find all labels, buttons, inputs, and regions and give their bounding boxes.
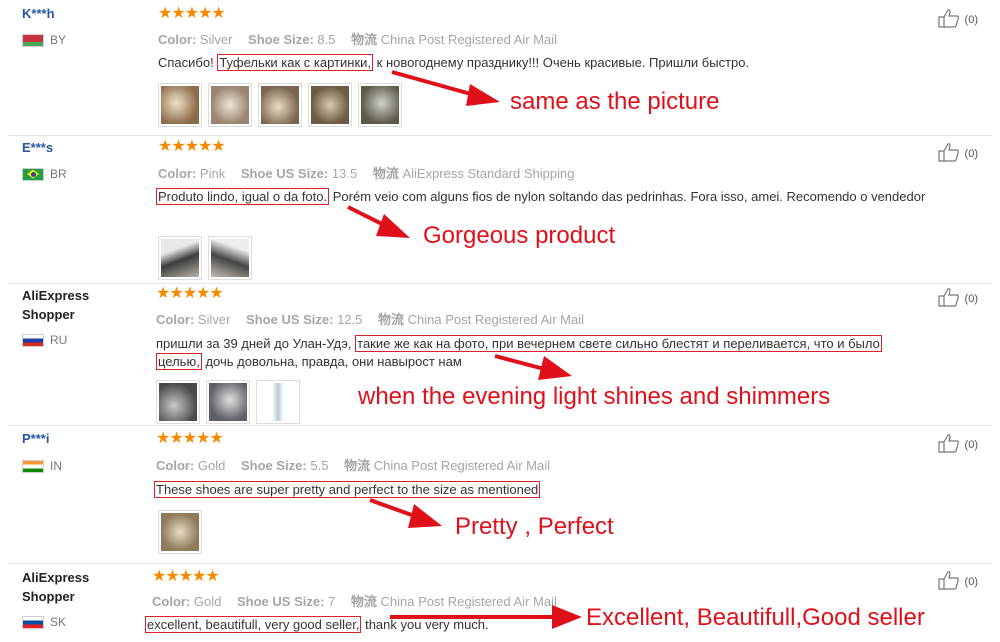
- reviewer-country: IN: [22, 459, 62, 473]
- order-info: Color: Silver Shoe US Size: 12.5 物流 Chin…: [156, 312, 584, 327]
- order-info: Color: Gold Shoe Size: 5.5 物流 China Post…: [156, 458, 551, 473]
- annotation-text: Gorgeous product: [423, 222, 616, 249]
- review-comment: пришли за 39 дней до Улан-Удэ, такие же …: [156, 335, 882, 370]
- review-photo[interactable]: [208, 83, 252, 127]
- annotation-arrowhead: [408, 504, 442, 528]
- annotation-arrow: [347, 205, 389, 229]
- annotation-text: Excellent, Beautifull,Good seller: [586, 604, 925, 631]
- review-comment: These shoes are super pretty and perfect…: [154, 481, 954, 499]
- review-photo[interactable]: [258, 83, 302, 127]
- flag-by-icon: [22, 33, 44, 47]
- review-photo[interactable]: [158, 510, 202, 554]
- reviewer-name[interactable]: E***s: [22, 140, 53, 155]
- annotation-arrowhead: [466, 84, 500, 106]
- reviewer-name: AliExpress Shopper: [22, 570, 90, 604]
- annotation-arrow: [369, 498, 421, 520]
- highlight-box: целью,: [156, 353, 202, 370]
- review-photo[interactable]: [256, 380, 300, 424]
- review-comment: Спасибо! Туфельки как с картинки, к ново…: [158, 54, 750, 71]
- annotation-arrow: [391, 70, 479, 98]
- review-photo[interactable]: [206, 380, 250, 424]
- star-rating: ★★★★★: [156, 285, 224, 302]
- review-photos: [156, 380, 300, 424]
- highlight-box: Туфельки как с картинки,: [217, 54, 374, 71]
- highlight-box: такие же как на фото, при вечернем свете…: [355, 335, 882, 352]
- annotation-text: when the evening light shines and shimme…: [358, 383, 831, 410]
- review-photos: [158, 83, 402, 127]
- review-photo[interactable]: [158, 83, 202, 127]
- thumbs-up-icon: [937, 570, 963, 593]
- reviewer-name: AliExpress Shopper: [22, 288, 90, 322]
- review-photo[interactable]: [208, 236, 252, 280]
- review-comment: Produto lindo, igual o da foto. Porém ve…: [156, 188, 926, 205]
- helpful-button[interactable]: (0): [937, 8, 978, 31]
- reviewer-country: SK: [22, 615, 66, 629]
- review-photos: [158, 510, 202, 554]
- review-divider: [8, 563, 992, 564]
- review-photo[interactable]: [358, 83, 402, 127]
- annotation-arrowhead: [376, 214, 410, 238]
- star-rating: ★★★★★: [156, 430, 224, 447]
- order-info: Color: Gold Shoe US Size: 7 物流 China Pos…: [152, 594, 557, 609]
- star-rating: ★★★★★: [152, 568, 220, 585]
- reviewer-name[interactable]: K***h: [22, 6, 55, 21]
- thumbs-up-icon: [937, 287, 963, 310]
- highlight-box: Produto lindo, igual o da foto.: [156, 188, 330, 205]
- thumbs-up-icon: [937, 433, 963, 456]
- review-divider: [8, 425, 992, 426]
- review-photo[interactable]: [158, 236, 202, 280]
- helpful-button[interactable]: (0): [937, 433, 978, 456]
- flag-sk-icon: [22, 615, 44, 629]
- annotation-text: same as the picture: [510, 88, 720, 115]
- review-photo[interactable]: [156, 380, 200, 424]
- flag-in-icon: [22, 459, 44, 473]
- thumbs-up-icon: [937, 8, 963, 31]
- star-rating: ★★★★★: [158, 5, 226, 22]
- order-info: Color: Pink Shoe US Size: 13.5 物流 AliExp…: [158, 166, 575, 181]
- reviewer-country: BY: [22, 33, 66, 47]
- reviewer-country: BR: [22, 167, 67, 181]
- helpful-button[interactable]: (0): [937, 142, 978, 165]
- flag-ru-icon: [22, 333, 44, 347]
- reviewer-country: RU: [22, 333, 67, 347]
- highlight-box: These shoes are super pretty and perfect…: [154, 481, 541, 498]
- review-photos: [158, 236, 252, 280]
- review-photo[interactable]: [308, 83, 352, 127]
- reviewer-name[interactable]: P***i: [22, 431, 49, 446]
- review-divider: [8, 135, 992, 136]
- annotation-text: Pretty , Perfect: [455, 513, 614, 540]
- helpful-button[interactable]: (0): [937, 570, 978, 593]
- star-rating: ★★★★★: [158, 138, 226, 155]
- order-info: Color: Silver Shoe Size: 8.5 物流 China Po…: [158, 32, 558, 47]
- highlight-box: excellent, beautifull, very good seller,: [145, 616, 362, 633]
- helpful-button[interactable]: (0): [937, 287, 978, 310]
- flag-br-icon: [22, 167, 44, 181]
- thumbs-up-icon: [937, 142, 963, 165]
